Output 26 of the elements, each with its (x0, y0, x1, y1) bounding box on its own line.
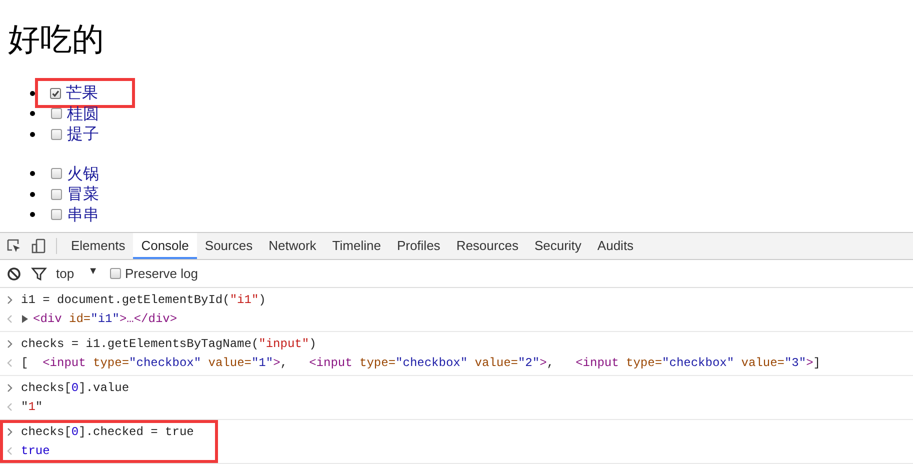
result-text: "1" (21, 400, 43, 414)
result-text: <div id="i1">…</div> (33, 312, 178, 326)
devtools-tab[interactable]: Security (526, 233, 590, 259)
item-label: 串串 (67, 204, 99, 225)
item-label: 桂圆 (67, 104, 99, 124)
item-label: 芒果 (66, 83, 98, 104)
devtools-tab[interactable]: Resources (448, 233, 526, 259)
command-text: checks[0].value (21, 381, 130, 396)
item-label: 提子 (67, 124, 99, 144)
devtools-tab[interactable]: Network (260, 233, 324, 259)
devtools-tab[interactable]: Timeline (324, 233, 389, 259)
result-text: [ <input type="checkbox" value="1">, <input type="checkbox" value="2">, <input type="checkbox" value="3">] (21, 356, 820, 370)
item-label: 火锅 (67, 164, 99, 184)
devtools-tab[interactable]: Elements (63, 233, 134, 259)
context-dropdown[interactable]: top ▼ (56, 266, 110, 281)
devtools-tab[interactable]: Console (133, 233, 197, 259)
preserve-log-label: Preserve log (124, 266, 198, 281)
command-text: checks[0].checked = true (21, 425, 194, 440)
page-heading: 好吃的 (7, 19, 105, 60)
item-label: 冒菜 (67, 184, 99, 204)
devtools-tab[interactable]: Profiles (388, 233, 448, 259)
command-text: checks = i1.getElementsByTagName("input") (21, 337, 316, 352)
result-text: true (21, 444, 50, 458)
devtools-tab[interactable]: Audits (589, 233, 642, 259)
devtools-tab[interactable]: Sources (196, 233, 261, 259)
command-text: i1 = document.getElementById("i1") (21, 293, 266, 308)
